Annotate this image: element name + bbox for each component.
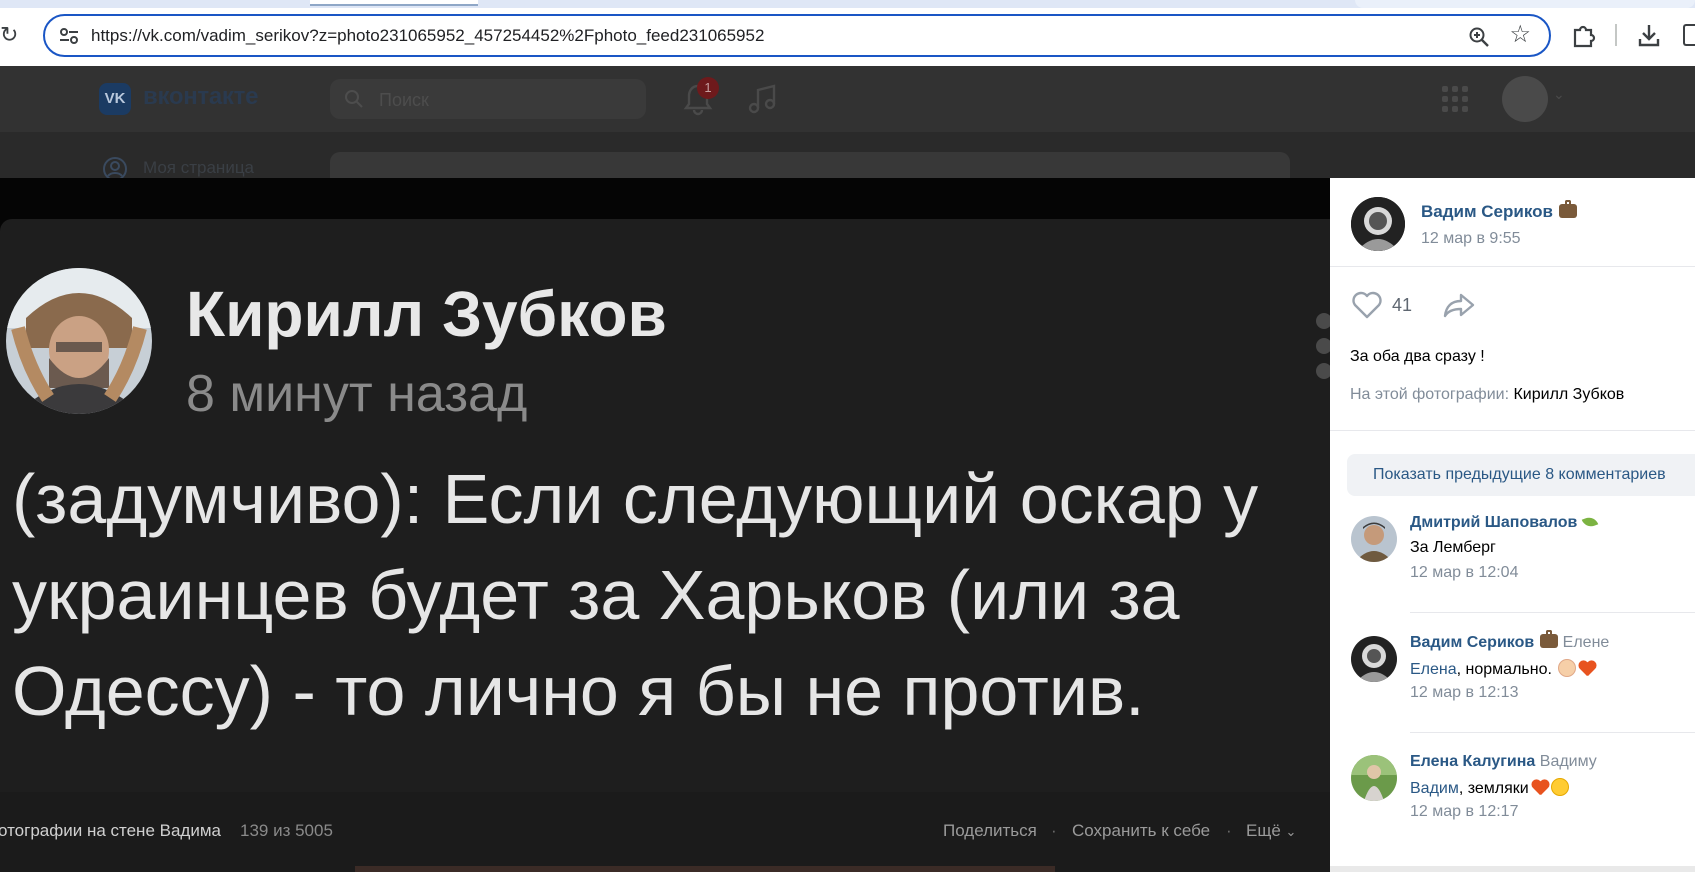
bookmark-star-icon[interactable]: ☆ [1509, 23, 1531, 47]
comment-date[interactable]: 12 мар в 12:04 [1410, 564, 1518, 582]
viewer-bottom-bar: отографии на стене Вадима 139 из 5005 По… [0, 792, 1330, 872]
show-previous-comments-button[interactable]: Показать предыдущие 8 комментариев [1347, 454, 1695, 496]
dot-separator: · [1051, 821, 1057, 840]
comment-body: , земляки [1458, 780, 1529, 797]
comment-author[interactable]: Дмитрий Шаповалов [1410, 514, 1599, 532]
photo-info-panel: Вадим Сериков 12 мар в 9:55 41 За оба дв… [1330, 178, 1695, 866]
vk-header: VK вконтакте Поиск 1 ⌄ [0, 66, 1695, 132]
reply-to[interactable]: Вадиму [1540, 753, 1597, 770]
share-arrow-icon[interactable] [1442, 290, 1476, 320]
leaf-emoji-icon [1582, 514, 1599, 530]
extensions-icon[interactable] [1570, 22, 1596, 48]
divider [1410, 732, 1695, 733]
side-panel-icon[interactable] [1683, 24, 1695, 46]
comment-text: За Лемберг [1410, 539, 1496, 556]
vk-logo-text[interactable]: вконтакте [143, 83, 258, 111]
comment: Елена Калугина Вадиму Вадим, земляки 12 … [1330, 753, 1695, 863]
thumbnail-strip [355, 866, 1055, 872]
comment-author-name[interactable]: Вадим Сериков [1410, 634, 1534, 651]
comment-date[interactable]: 12 мар в 12:17 [1410, 803, 1518, 821]
comment-author[interactable]: Вадим Сериков Елене [1410, 630, 1610, 652]
tagged-people: На этой фотографии: Кирилл Зубков [1350, 386, 1624, 404]
comment: Дмитрий Шаповалов За Лемберг 12 мар в 12… [1330, 514, 1695, 624]
handshake-emoji-icon [1558, 659, 1577, 677]
dot-separator: · [1226, 821, 1232, 840]
comment: Вадим Сериков Елене Елена, нормально. 12… [1330, 630, 1695, 744]
like-heart-icon[interactable] [1350, 290, 1384, 320]
search-placeholder: Поиск [379, 90, 429, 110]
comment-avatar[interactable] [1351, 516, 1397, 562]
share-button[interactable]: Поделиться [943, 821, 1037, 841]
photo-image[interactable]: Кирилл Зубков 8 минут назад (задумчиво):… [0, 219, 1330, 792]
photo-post-time: 8 минут назад [186, 365, 528, 423]
tagged-person-link[interactable]: Кирилл Зубков [1513, 386, 1624, 403]
comment-author-name[interactable]: Елена Калугина [1410, 753, 1535, 770]
like-count[interactable]: 41 [1392, 295, 1412, 316]
divider [1410, 612, 1695, 613]
comment-text: Вадим, земляки [1410, 778, 1569, 798]
reload-icon[interactable]: ↻ [0, 22, 22, 48]
heart-emoji-icon [1578, 659, 1596, 677]
comment-author[interactable]: Елена Калугина Вадиму [1410, 753, 1597, 771]
owner-avatar[interactable] [1351, 197, 1405, 251]
more-label: Ещё [1246, 821, 1281, 840]
tagged-label: На этой фотографии: [1350, 386, 1510, 403]
search-icon [345, 90, 363, 108]
briefcase-icon [1540, 630, 1559, 648]
astonished-emoji-icon [1550, 778, 1569, 796]
more-dots-icon [1316, 313, 1330, 379]
comment-body: , нормально. [1456, 661, 1552, 678]
save-to-album-button[interactable]: Сохранить к себе [1072, 821, 1210, 841]
comment-text: Елена, нормально. [1410, 659, 1596, 679]
divider [1330, 266, 1695, 267]
zoom-icon[interactable] [1467, 25, 1491, 49]
site-settings-icon[interactable] [59, 27, 79, 45]
mention-link[interactable]: Елена [1410, 661, 1457, 678]
vk-logo-icon[interactable]: VK [99, 83, 131, 115]
toolbar-separator [1615, 24, 1617, 46]
mention-link[interactable]: Вадим [1410, 780, 1459, 797]
notifications-badge: 1 [697, 77, 719, 99]
photo-description: За оба два сразу ! [1350, 348, 1485, 365]
comment-author-name[interactable]: Дмитрий Шаповалов [1410, 514, 1577, 531]
comment-date[interactable]: 12 мар в 12:13 [1410, 684, 1518, 702]
post-date[interactable]: 12 мар в 9:55 [1421, 230, 1521, 248]
photo-author-avatar [6, 268, 152, 414]
address-bar[interactable]: https://vk.com/vadim_serikov?z=photo2310… [43, 14, 1551, 57]
owner-name[interactable]: Вадим Сериков [1421, 200, 1577, 222]
owner-name-text[interactable]: Вадим Сериков [1421, 202, 1553, 221]
active-tab[interactable] [310, 0, 478, 6]
photo-counter: 139 из 5005 [240, 821, 333, 840]
heart-emoji-icon [1531, 778, 1549, 796]
chevron-down-icon[interactable]: ⌄ [1553, 86, 1565, 103]
photo-post-text: (задумчиво): Если следующий оскар у укра… [12, 460, 1259, 730]
comment-avatar[interactable] [1351, 636, 1397, 682]
photo-author-name: Кирилл Зубков [186, 278, 667, 350]
apps-grid-icon[interactable] [1442, 86, 1469, 113]
url-text[interactable]: https://vk.com/vadim_serikov?z=photo2310… [91, 26, 764, 46]
download-icon[interactable] [1636, 22, 1662, 48]
sidebar-item-my-page[interactable]: Моя страница [143, 158, 254, 178]
briefcase-icon [1558, 200, 1577, 218]
show-previous-label[interactable]: Показать предыдущие 8 комментариев [1373, 466, 1666, 484]
music-icon[interactable] [747, 82, 779, 116]
chevron-down-icon: ⌄ [1285, 824, 1297, 839]
reply-to[interactable]: Елене [1563, 634, 1610, 651]
tab-right[interactable] [1355, 0, 1695, 8]
user-avatar[interactable] [1502, 76, 1548, 122]
panel-footer-strip [1330, 866, 1695, 872]
vk-search-input[interactable]: Поиск [330, 79, 646, 119]
comment-avatar[interactable] [1351, 755, 1397, 801]
album-title[interactable]: отографии на стене Вадима [0, 821, 221, 841]
more-button[interactable]: Ещё ⌄ [1246, 821, 1296, 841]
divider [1330, 430, 1695, 431]
browser-toolbar: ↻ https://vk.com/vadim_serikov?z=photo23… [0, 0, 1695, 66]
